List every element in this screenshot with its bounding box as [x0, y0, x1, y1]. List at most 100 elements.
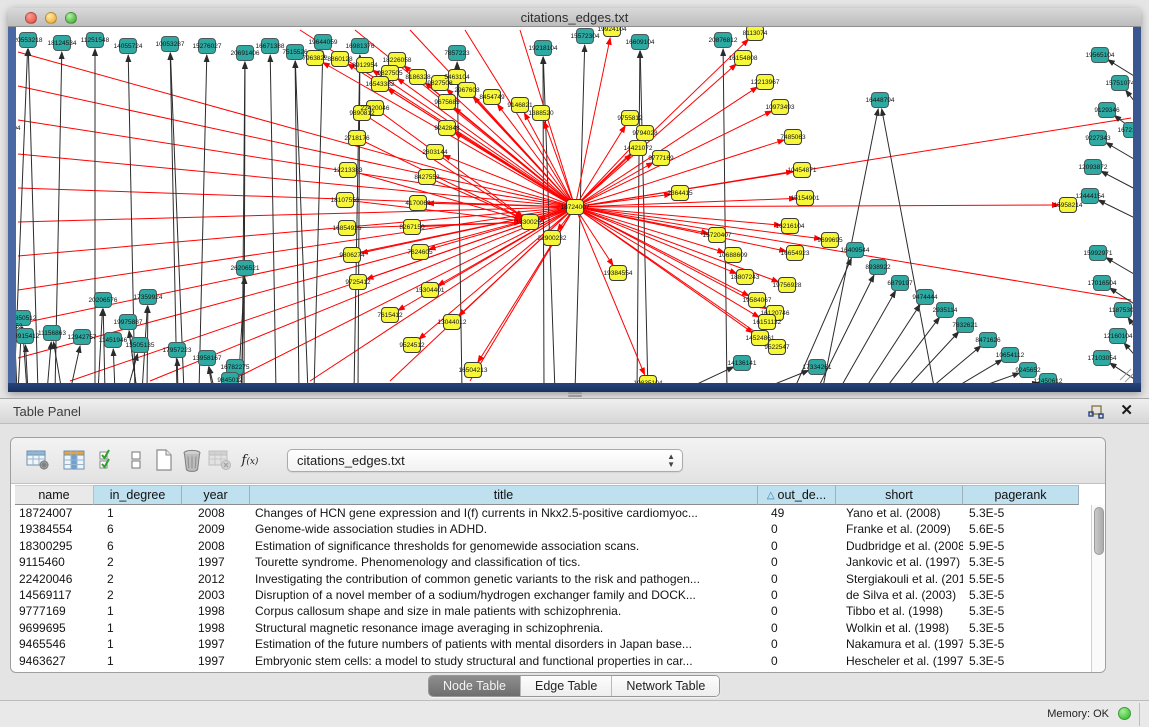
svg-text:16120746: 16120746: [761, 310, 790, 317]
column-header-in_degree[interactable]: in_degree: [94, 485, 182, 505]
column-header-title[interactable]: title: [250, 485, 758, 505]
table-cell: Jankovic et al. (1997): [836, 554, 963, 570]
table-cell: 0: [758, 653, 836, 669]
disabled-table-glyph: [208, 449, 232, 471]
svg-text:15276027: 15276027: [193, 43, 222, 50]
clear-selection-icon[interactable]: [123, 447, 149, 473]
table-row[interactable]: 1456911722003Disruption of a novel membe…: [15, 587, 1091, 603]
table-row[interactable]: 1830029562008Estimation of significance …: [15, 538, 1091, 554]
table-cell: 0: [758, 636, 836, 652]
table-cell: 49: [758, 505, 836, 521]
table-row[interactable]: 1872400712008Changes of HCN gene express…: [15, 505, 1091, 521]
table-row[interactable]: 2242004622012Investigating the contribut…: [15, 571, 1091, 587]
svg-text:16543382: 16543382: [366, 81, 395, 88]
table-cell: 2009: [182, 521, 250, 537]
table-cell: Dudbridge et al. (2008): [836, 538, 963, 554]
svg-text:19584067: 19584067: [743, 297, 772, 304]
svg-text:14421072: 14421072: [624, 145, 653, 152]
svg-text:26206521: 26206521: [231, 265, 260, 272]
table-gear-glyph: [26, 449, 50, 471]
table-cell: 6: [94, 538, 182, 554]
table-row[interactable]: 946554611997Estimation of the future num…: [15, 636, 1091, 652]
table-cell: Nakamura et al. (1997): [836, 636, 963, 652]
svg-text:9675685: 9675685: [434, 99, 460, 106]
table-mode-icon[interactable]: [25, 447, 51, 473]
svg-text:12942757: 12942757: [68, 334, 97, 341]
svg-text:11251548: 11251548: [81, 37, 110, 44]
table-row[interactable]: 969969511998Structural magnetic resonanc…: [15, 620, 1091, 636]
trash-glyph: [182, 448, 202, 472]
svg-text:7624605: 7624605: [407, 249, 433, 256]
table-cell: 1997: [182, 554, 250, 570]
table-cell: 1998: [182, 603, 250, 619]
select-all-icon[interactable]: [95, 447, 121, 473]
show-columns-icon[interactable]: [61, 447, 87, 473]
tab-edge-table[interactable]: Edge Table: [521, 676, 612, 696]
table-selector-dropdown[interactable]: citations_edges.txt ▲▼: [287, 449, 683, 472]
table-cell: Wolkin et al. (1998): [836, 620, 963, 636]
svg-text:15154901: 15154901: [791, 195, 820, 202]
close-panel-icon[interactable]: ✕: [1120, 402, 1133, 420]
table-cell: 14569117: [15, 587, 94, 603]
delete-column-icon[interactable]: [207, 447, 233, 473]
checkmarks-glyph: [98, 449, 118, 471]
svg-text:12213967: 12213967: [751, 79, 780, 86]
table-row[interactable]: 1938455462009Genome-wide association stu…: [15, 521, 1091, 537]
svg-text:13915412: 13915412: [16, 333, 40, 340]
svg-text:19975887: 19975887: [114, 319, 143, 326]
column-header-name[interactable]: name: [15, 485, 94, 505]
svg-text:12160104: 12160104: [1104, 333, 1133, 340]
table-row[interactable]: 977716911998Corpus callosum shape and si…: [15, 603, 1091, 619]
table-scrollbar[interactable]: [1091, 505, 1105, 672]
column-header-year[interactable]: year: [182, 485, 250, 505]
table-cell: Estimation of significance thresholds fo…: [250, 538, 758, 554]
column-header-short[interactable]: short: [836, 485, 963, 505]
table-row[interactable]: 911546021997Tourette syndrome. Phenomeno…: [15, 554, 1091, 570]
svg-text:19644059: 19644059: [309, 39, 338, 46]
svg-text:10835104: 10835104: [634, 380, 663, 383]
svg-text:8912954: 8912954: [352, 62, 378, 69]
table-container: f(x) citations_edges.txt ▲▼ namein_degre…: [10, 437, 1106, 673]
svg-text:10688609: 10688609: [719, 252, 748, 259]
column-header-pagerank[interactable]: pagerank: [963, 485, 1079, 505]
delete-table-icon[interactable]: [179, 447, 205, 473]
svg-text:16448794: 16448794: [866, 97, 895, 104]
svg-text:17334261: 17334261: [803, 364, 832, 371]
svg-text:18807243: 18807243: [731, 274, 760, 281]
table-row[interactable]: 946362711997Embryonic stem cells: a mode…: [15, 653, 1091, 669]
window-titlebar[interactable]: citations_edges.txt: [8, 8, 1141, 27]
svg-text:16850512: 16850512: [16, 315, 37, 322]
svg-text:15720407: 15720407: [703, 232, 732, 239]
svg-text:16981376: 16981376: [346, 43, 375, 50]
tab-node-table[interactable]: Node Table: [429, 676, 521, 696]
svg-text:20876812: 20876812: [709, 37, 738, 44]
table-cell: 19384554: [15, 521, 94, 537]
table-cell: 5.3E-5: [963, 554, 1079, 570]
split-pane-handle[interactable]: [566, 391, 584, 398]
svg-text:18226058: 18226058: [383, 57, 412, 64]
table-cell: 1: [94, 505, 182, 521]
svg-text:4170062: 4170062: [405, 200, 431, 207]
svg-text:8471626: 8471626: [975, 337, 1001, 344]
table-cell: 0: [758, 554, 836, 570]
table-cell: 5.3E-5: [963, 587, 1079, 603]
table-cell: 5.3E-5: [963, 653, 1079, 669]
svg-text:8860128: 8860128: [327, 56, 353, 63]
svg-text:13505135: 13505135: [126, 342, 155, 349]
svg-text:18107553: 18107553: [331, 197, 360, 204]
table-cell: 0: [758, 587, 836, 603]
scrollbar-thumb[interactable]: [1094, 507, 1104, 555]
svg-text:20206576: 20206576: [89, 297, 118, 304]
function-builder-icon[interactable]: f(x): [237, 447, 263, 473]
svg-text:9827508: 9827508: [427, 80, 453, 87]
column-header-out_de[interactable]: △out_de...: [758, 485, 836, 505]
table-panel-title: Table Panel: [13, 404, 81, 419]
new-column-icon[interactable]: [151, 447, 177, 473]
svg-text:19384554: 19384554: [604, 270, 633, 277]
svg-text:9524512: 9524512: [399, 342, 425, 349]
network-canvas[interactable]: 2055321818124534112515481405572410053287…: [16, 27, 1133, 383]
float-panel-icon[interactable]: [1087, 404, 1105, 420]
node-table[interactable]: namein_degreeyeartitle△out_de...shortpag…: [15, 485, 1091, 672]
tab-network-table[interactable]: Network Table: [612, 676, 719, 696]
svg-text:17957223: 17957223: [163, 347, 192, 354]
